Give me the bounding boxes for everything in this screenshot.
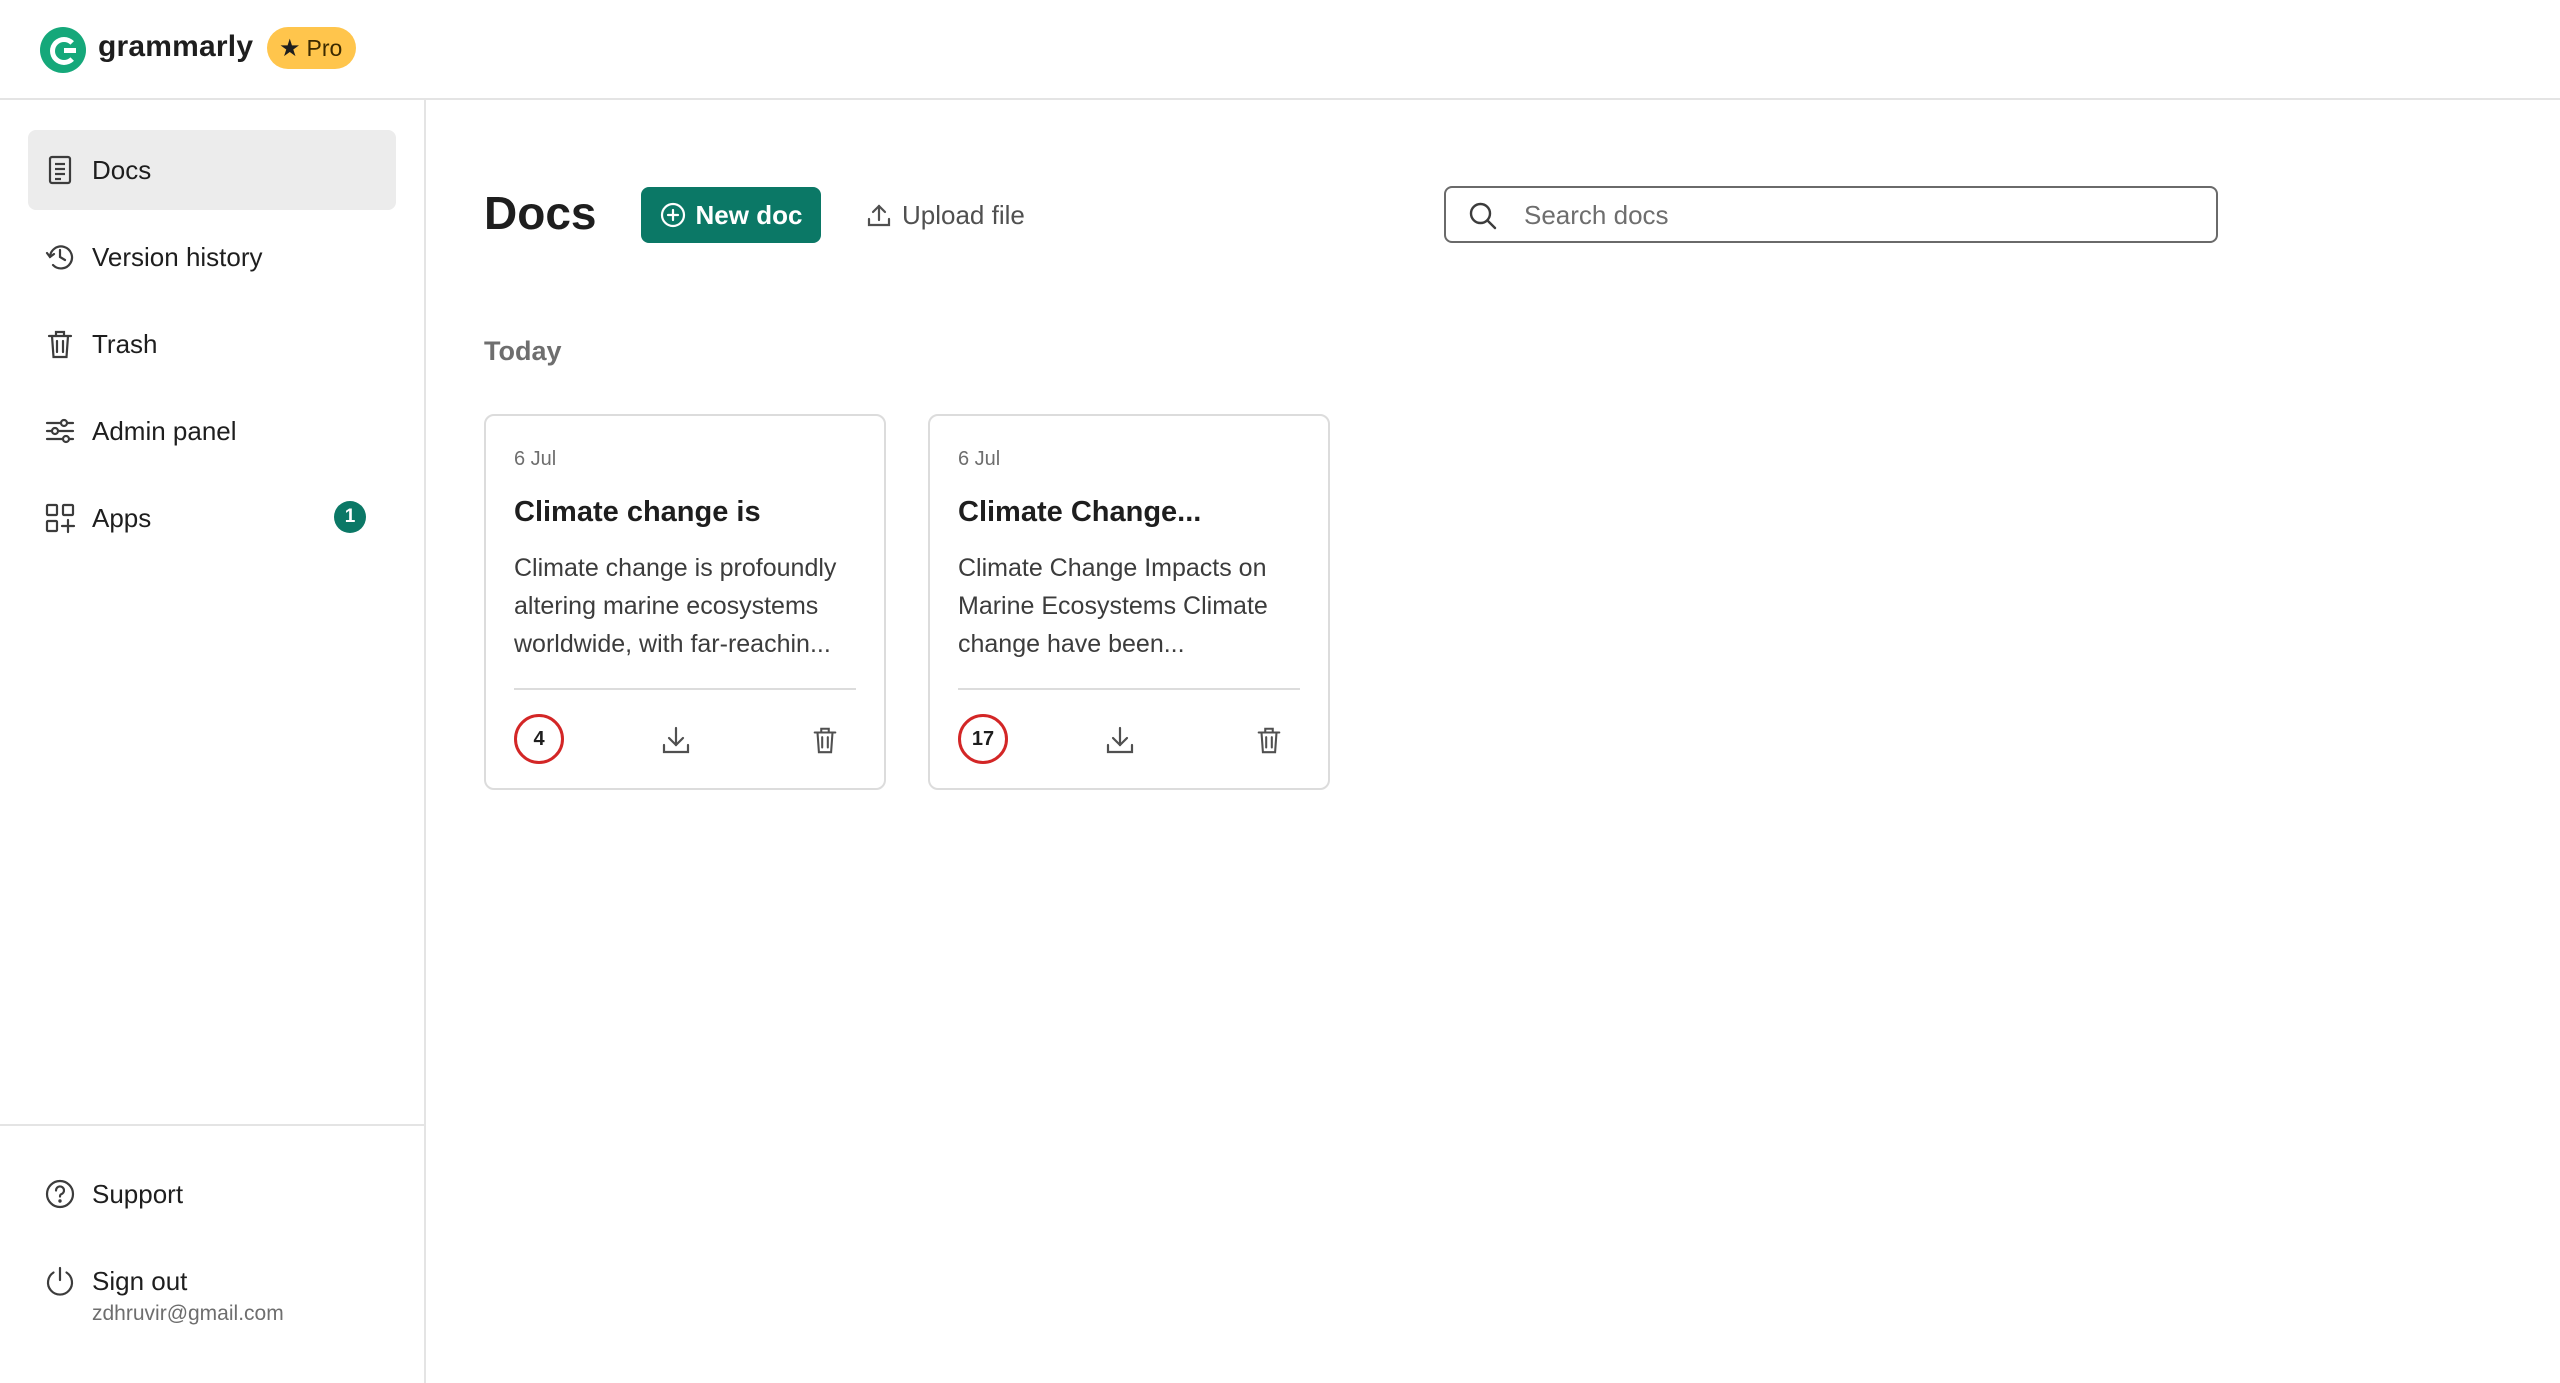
top-bar: grammarly ★ Pro — [0, 0, 2560, 100]
sidebar-item-apps[interactable]: Apps 1 — [28, 478, 396, 558]
user-email: zdhruvir@gmail.com — [92, 1302, 284, 1325]
grammarly-logo-icon[interactable] — [40, 27, 86, 73]
upload-file-button[interactable]: Upload file — [866, 187, 1025, 243]
pro-label: Pro — [306, 34, 343, 61]
doc-title[interactable]: Climate change is — [514, 496, 761, 529]
upload-file-label: Upload file — [902, 199, 1025, 230]
doc-card[interactable]: 6 Jul Climate Change... Climate Change I… — [928, 414, 1330, 790]
card-divider — [514, 688, 856, 690]
upload-icon — [866, 202, 892, 228]
search-input[interactable] — [1524, 196, 2184, 234]
doc-card[interactable]: 6 Jul Climate change is Climate change i… — [484, 414, 886, 790]
delete-icon[interactable] — [810, 724, 840, 756]
doc-date: 6 Jul — [514, 448, 557, 470]
sidebar-item-label: Apps — [92, 502, 152, 533]
trash-icon — [44, 328, 76, 360]
history-icon — [44, 241, 76, 273]
sliders-icon — [44, 415, 76, 447]
apps-count-badge: 1 — [334, 501, 366, 533]
power-icon — [44, 1265, 76, 1297]
sidebar-item-support[interactable]: Support — [28, 1154, 396, 1234]
sidebar-item-docs[interactable]: Docs — [28, 130, 396, 210]
doc-preview: Climate change is profoundly altering ma… — [514, 554, 837, 658]
brand-name[interactable]: grammarly — [98, 30, 253, 64]
doc-title[interactable]: Climate Change... — [958, 496, 1201, 529]
star-icon: ★ — [279, 34, 301, 62]
page-title: Docs — [484, 187, 597, 239]
sidebar-item-label: Docs — [92, 154, 152, 185]
doc-date: 6 Jul — [958, 448, 1001, 470]
search-icon — [1468, 201, 1498, 231]
sidebar-item-label: Sign out — [92, 1265, 188, 1296]
docs-icon — [44, 154, 76, 186]
sidebar-item-admin-panel[interactable]: Admin panel — [28, 391, 396, 471]
sidebar-item-label: Version history — [92, 241, 263, 272]
help-circle-icon — [44, 1178, 76, 1210]
download-icon[interactable] — [660, 724, 692, 756]
sidebar-item-label: Admin panel — [92, 415, 237, 446]
card-divider — [958, 688, 1300, 690]
pro-badge: ★ Pro — [267, 27, 357, 69]
search-box[interactable] — [1444, 186, 2218, 243]
apps-grid-icon — [44, 502, 76, 534]
new-doc-label: New doc — [695, 199, 803, 230]
doc-preview: Climate Change Impacts on Marine Ecosyst… — [958, 554, 1268, 658]
delete-icon[interactable] — [1254, 724, 1284, 756]
download-icon[interactable] — [1104, 724, 1136, 756]
plus-circle-icon — [660, 202, 686, 228]
doc-score-badge[interactable]: 4 — [514, 714, 564, 764]
sidebar-divider — [0, 1124, 426, 1126]
sidebar-item-label: Trash — [92, 328, 158, 359]
doc-score-badge[interactable]: 17 — [958, 714, 1008, 764]
section-label-today: Today — [484, 336, 562, 366]
sidebar-item-trash[interactable]: Trash — [28, 304, 396, 384]
new-doc-button[interactable]: New doc — [641, 187, 821, 243]
sidebar: Docs Version history Trash Admin panel A… — [0, 100, 426, 1383]
sidebar-item-version-history[interactable]: Version history — [28, 217, 396, 297]
sidebar-item-label: Support — [92, 1178, 184, 1209]
